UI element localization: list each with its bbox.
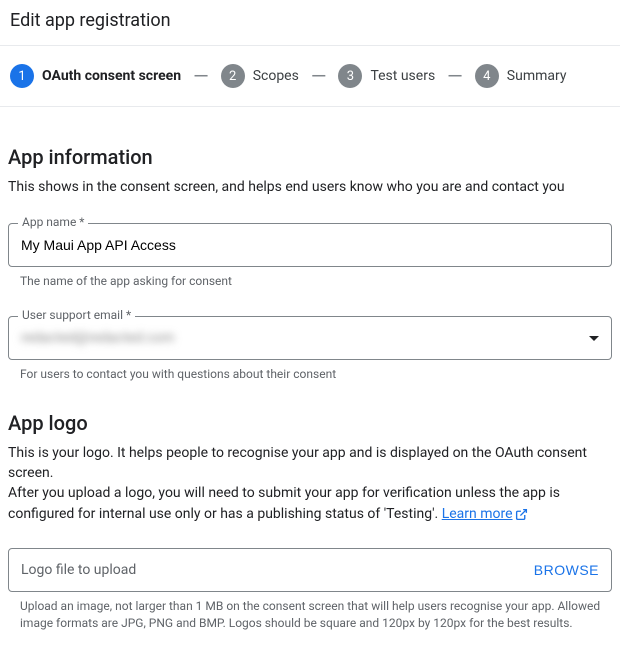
learn-more-link[interactable]: Learn more (442, 506, 528, 522)
page-header: Edit app registration (0, 0, 620, 46)
step-number: 1 (10, 64, 34, 88)
app-logo-title: App logo (8, 411, 612, 435)
logo-upload-placeholder: Logo file to upload (21, 562, 136, 578)
app-name-helper: The name of the app asking for consent (8, 273, 612, 290)
step-number: 3 (338, 64, 362, 88)
step-label: OAuth consent screen (42, 68, 181, 84)
browse-button[interactable]: BROWSE (534, 562, 599, 578)
support-email-field: User support email * redacted@redacted.c… (8, 316, 612, 383)
content: App information This shows in the consen… (0, 107, 620, 652)
step-number: 4 (475, 64, 499, 88)
support-email-label: User support email * (18, 308, 135, 322)
app-info-title: App information (8, 145, 612, 169)
step-separator: — (191, 66, 211, 86)
chevron-down-icon (589, 336, 599, 341)
step-number: 2 (221, 64, 245, 88)
step-summary[interactable]: 4 Summary (475, 64, 567, 88)
external-link-icon (515, 508, 528, 521)
step-scopes[interactable]: 2 Scopes (221, 64, 299, 88)
step-oauth-consent[interactable]: 1 OAuth consent screen (10, 64, 181, 88)
app-name-field: App name * The name of the app asking fo… (8, 223, 612, 290)
app-info-desc: This shows in the consent screen, and he… (8, 177, 612, 197)
support-email-value: redacted@redacted.com (21, 330, 174, 346)
support-email-helper: For users to contact you with questions … (8, 366, 612, 383)
app-name-border (8, 223, 612, 267)
support-email-select[interactable]: redacted@redacted.com (8, 316, 612, 360)
page-title: Edit app registration (10, 10, 610, 31)
step-separator: — (445, 66, 465, 86)
step-test-users[interactable]: 3 Test users (338, 64, 435, 88)
app-logo-desc: This is your logo. It helps people to re… (8, 443, 612, 524)
step-label: Test users (370, 68, 435, 84)
stepper: 1 OAuth consent screen — 2 Scopes — 3 Te… (0, 46, 620, 107)
step-separator: — (309, 66, 329, 86)
logo-upload-helper: Upload an image, not larger than 1 MB on… (8, 598, 612, 632)
app-name-input[interactable] (21, 237, 599, 253)
step-label: Scopes (253, 68, 299, 84)
app-logo-desc1: This is your logo. It helps people to re… (8, 445, 587, 481)
step-label: Summary (507, 68, 567, 84)
app-name-label: App name * (18, 215, 88, 229)
logo-upload-box[interactable]: Logo file to upload BROWSE (8, 548, 612, 592)
